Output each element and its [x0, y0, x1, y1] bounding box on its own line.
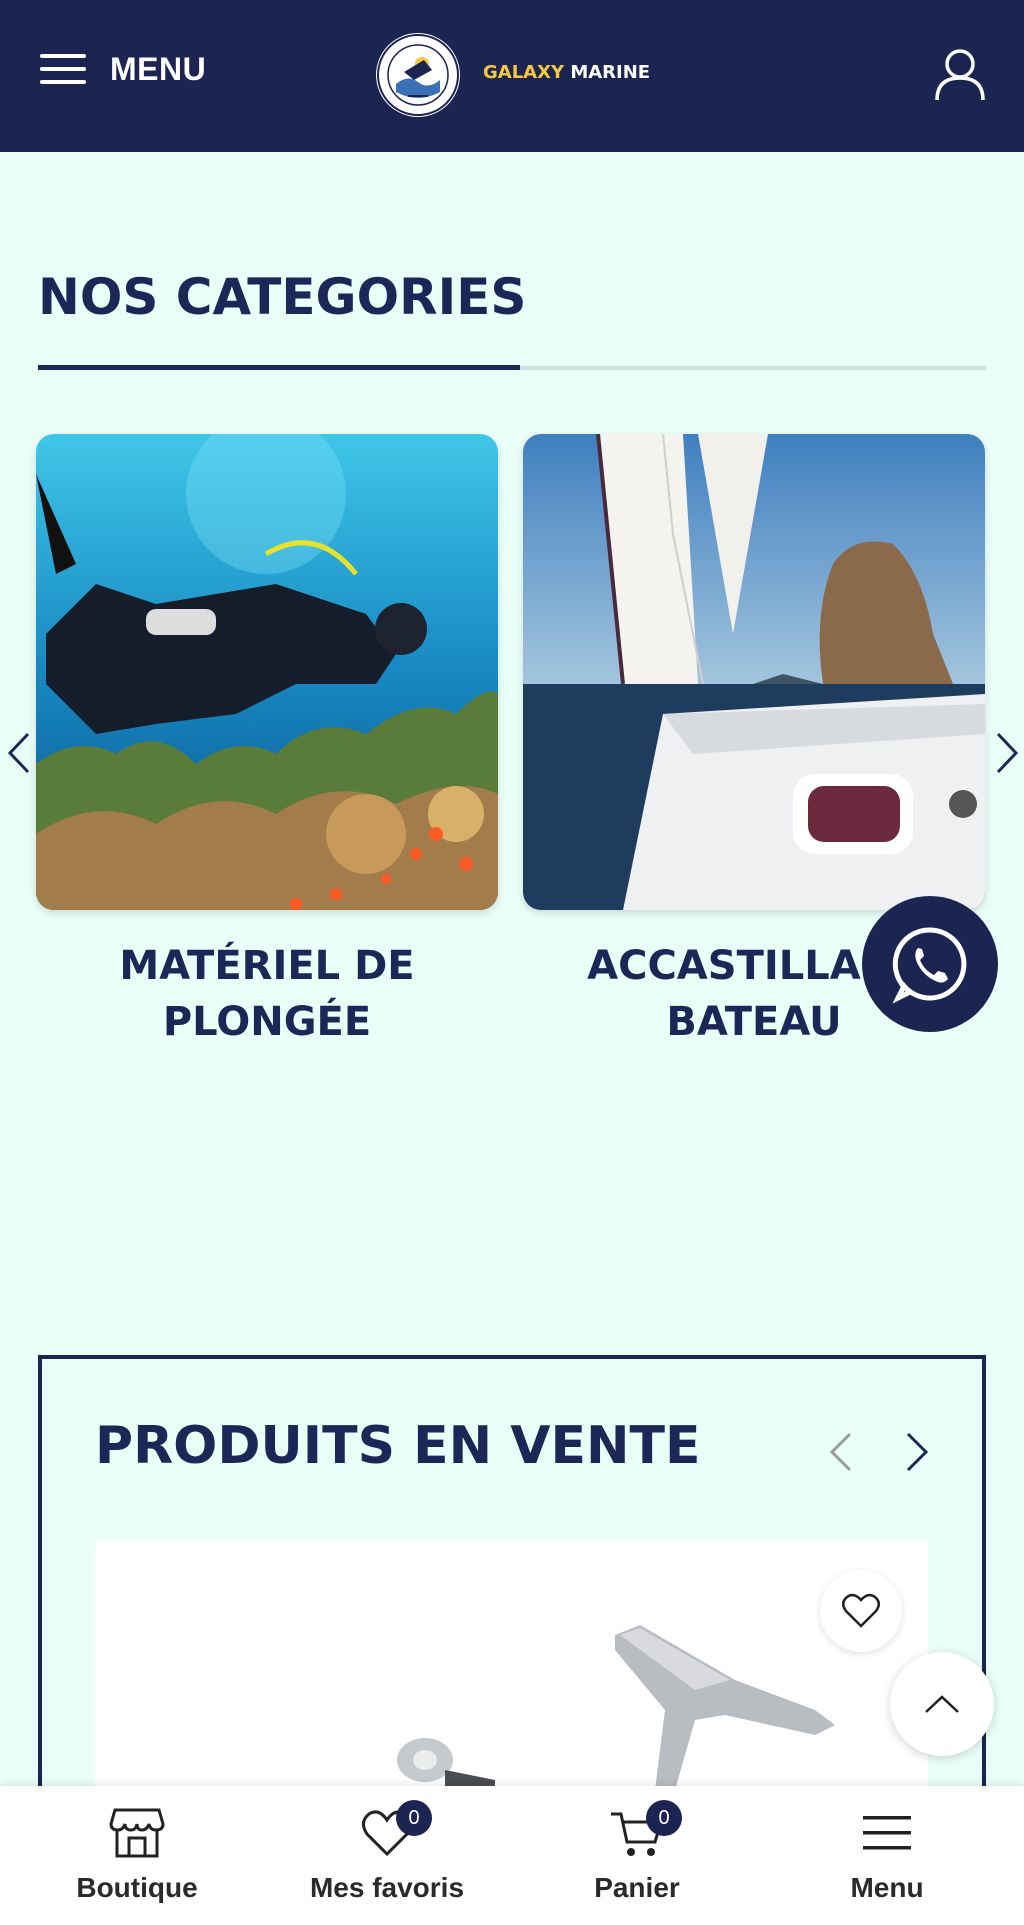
menu-button[interactable]: MENU: [40, 50, 206, 88]
site-header: MENU GALAXY MARINE: [0, 0, 1024, 152]
whatsapp-icon: [892, 927, 967, 1004]
product-image: [397, 1625, 835, 1790]
favorites-count-badge: 0: [396, 1800, 432, 1836]
heart-icon: [842, 1593, 880, 1628]
add-to-favorites-button[interactable]: [820, 1570, 902, 1652]
hamburger-icon: [40, 50, 86, 88]
products-prev-arrow-icon[interactable]: [826, 1430, 856, 1474]
scroll-to-top-button[interactable]: [890, 1652, 994, 1756]
category-card-diving-image[interactable]: [36, 434, 498, 910]
heading-underline-accent: [38, 365, 520, 370]
nav-label-favorites: Mes favoris: [309, 1872, 465, 1903]
products-next-arrow-icon[interactable]: [902, 1430, 932, 1474]
menu-label: MENU: [110, 50, 207, 87]
whatsapp-button[interactable]: [862, 896, 998, 1032]
category-label-diving[interactable]: MATÉRIEL DE PLONGÉE: [36, 938, 498, 1050]
brand-name-part2: MARINE: [570, 62, 651, 83]
brand-name: GALAXY MARINE: [483, 62, 650, 83]
carousel-next-arrow-icon[interactable]: [994, 730, 1020, 776]
bottom-navigation: Boutique 0 Mes favoris 0 Panier Menu: [0, 1786, 1024, 1925]
hamburger-icon: [863, 1816, 911, 1850]
nav-item-boutique[interactable]: Boutique: [12, 1786, 262, 1925]
galaxy-marine-logo[interactable]: [374, 30, 462, 120]
products-heading: PRODUITS EN VENTE: [95, 1416, 701, 1476]
nav-label-boutique: Boutique: [76, 1872, 198, 1903]
nav-item-menu[interactable]: Menu: [762, 1786, 1012, 1925]
nav-item-cart[interactable]: 0 Panier: [512, 1786, 762, 1925]
cart-count-badge: 0: [646, 1800, 682, 1836]
product-card[interactable]: [95, 1540, 928, 1790]
category-card-boat-image[interactable]: [523, 434, 985, 910]
categories-heading: NOS CATEGORIES: [38, 268, 527, 326]
store-icon: [109, 1808, 165, 1858]
nav-label-menu: Menu: [850, 1872, 924, 1903]
nav-label-cart: Panier: [594, 1872, 680, 1903]
account-icon[interactable]: [934, 48, 986, 102]
brand-name-part1: GALAXY: [483, 62, 565, 83]
nav-item-favorites[interactable]: 0 Mes favoris: [262, 1786, 512, 1925]
chevron-up-icon: [925, 1695, 959, 1713]
carousel-prev-arrow-icon[interactable]: [6, 730, 32, 776]
